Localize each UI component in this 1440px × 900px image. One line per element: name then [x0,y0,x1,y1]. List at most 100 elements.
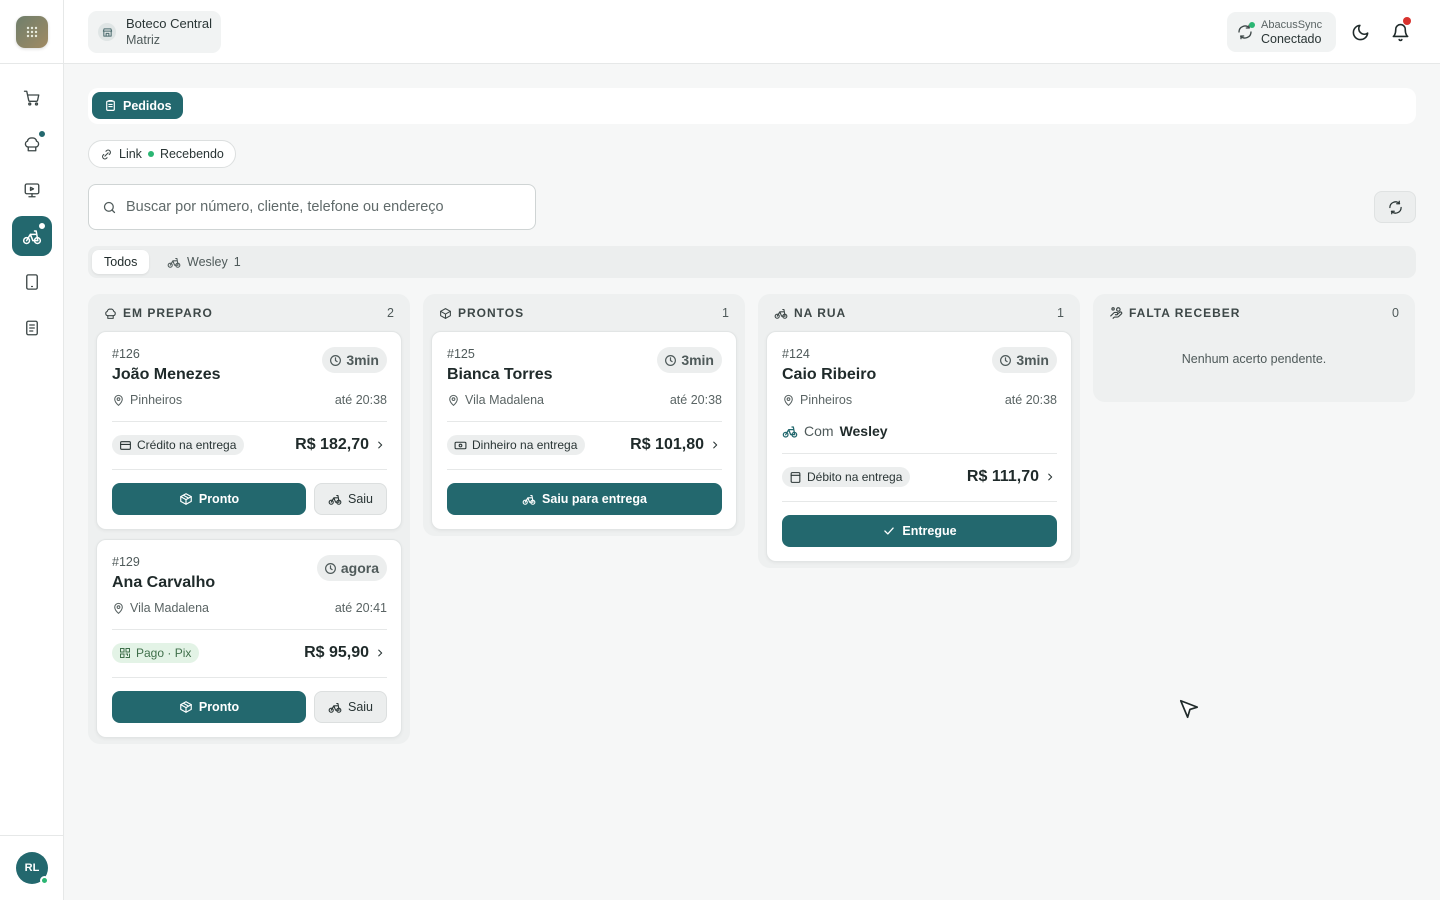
sync-status[interactable]: AbacusSync Conectado [1227,12,1336,52]
chef-hat-icon [105,308,116,319]
cart-icon [23,90,40,106]
button-label: Pronto [198,700,240,714]
tablet-icon [26,274,38,290]
send-out-for-delivery-button[interactable]: Saiu para entrega [447,483,722,515]
tab-pedidos[interactable]: Pedidos [92,92,183,119]
mouse-cursor [1178,698,1200,720]
column-prontos: PRONTOS 1 #125 Bianca Torres 3min Vila M… [423,294,745,536]
search-input[interactable] [126,199,506,215]
sidebar-item-delivery[interactable] [12,216,52,256]
elapsed-time-badge: 3min [322,347,387,373]
bike-icon [774,308,788,319]
filter-todos[interactable]: Todos [92,250,150,274]
dispatch-button[interactable]: Saiu [314,691,387,723]
card-divider [112,629,387,630]
order-total[interactable]: R$ 95,90 [304,644,385,662]
online-status-dot [40,876,49,885]
customer-name: Ana Carvalho [112,574,216,591]
store-selector[interactable]: Boteco Central Matriz [88,11,221,53]
empty-state-text: Nenhum acerto pendente. [1181,352,1327,366]
delivery-eta: até 20:38 [1004,393,1057,407]
hand-coins-icon [1110,307,1123,319]
moon-icon [1352,24,1368,40]
bike-icon [522,494,536,505]
elapsed-time: agora [340,560,379,576]
sidebar-divider [0,63,64,64]
refresh-button[interactable] [1374,191,1416,223]
column-title: FALTA RECEBER [1129,306,1241,320]
order-card[interactable]: #129 Ana Carvalho agora Vila Madalena at… [96,539,402,738]
clock-icon [665,354,677,366]
theme-toggle-button[interactable] [1348,20,1372,44]
column-header: FALTA RECEBER 0 [1093,294,1415,332]
sidebar-item-kitchen[interactable] [12,124,52,164]
order-number: #129 [112,555,140,569]
rider-name: Wesley [839,423,888,439]
document-icon [26,320,38,336]
package-icon [180,493,192,505]
cash-icon [454,441,467,449]
app-logo[interactable] [16,16,48,48]
payment-method: Pago · Pix [136,646,192,660]
notification-dot [38,222,46,230]
elapsed-time-badge: agora [316,555,387,581]
chevron-right-icon [378,441,383,449]
column-na-rua: NA RUA 1 #124 Caio Ribeiro 3min Pinheiro… [758,294,1080,568]
map-pin-icon [114,394,123,406]
order-card[interactable]: #124 Caio Ribeiro 3min Pinheiros até 20:… [766,331,1072,562]
sidebar-item-reports[interactable] [12,308,52,348]
notification-dot [38,130,46,138]
top-header: Boteco Central Matriz AbacusSync Conecta… [64,0,1440,64]
user-avatar[interactable]: RL [16,852,49,885]
sync-icon [1237,22,1255,40]
chef-hat-icon [24,137,40,152]
search-box [88,184,536,230]
order-total[interactable]: R$ 101,80 [630,436,720,454]
order-total[interactable]: R$ 111,70 [967,468,1055,486]
sidebar-divider [0,835,64,836]
order-total[interactable]: R$ 182,70 [295,436,385,454]
payment-badge: Dinheiro na entrega [447,435,586,455]
payment-badge: Débito na entrega [782,467,911,487]
order-number: #126 [112,347,140,361]
mark-delivered-button[interactable]: Entregue [782,515,1057,547]
card-divider [447,421,722,422]
card-divider [112,469,387,470]
link-status-chip[interactable]: Link Recebendo [88,140,236,168]
column-title: PRONTOS [458,306,525,320]
sidebar-item-cart[interactable] [12,78,52,118]
filter-wesley[interactable]: Wesley 1 [155,250,253,274]
notifications-button[interactable] [1388,17,1412,44]
sidebar-item-tablet[interactable] [12,262,52,302]
mark-ready-button[interactable]: Pronto [112,483,306,515]
dispatch-button[interactable]: Saiu [314,483,387,515]
card-divider [782,501,1057,502]
card-divider [112,677,387,678]
grid-icon [26,26,38,38]
button-label: Saiu [347,492,374,506]
qr-code-icon [120,648,130,658]
order-card[interactable]: #126 João Menezes 3min Pinheiros até 20:… [96,331,402,530]
delivery-eta: até 20:38 [334,393,387,407]
card-divider [112,421,387,422]
notification-badge [1403,17,1411,25]
payment-badge: Crédito na entrega [112,435,245,455]
chevron-right-icon [1048,473,1053,481]
store-name: Boteco Central [126,16,212,31]
order-total-value: R$ 95,90 [304,644,369,661]
neighborhood: Vila Madalena [112,601,209,615]
clipboard-icon [106,100,115,111]
credit-card-icon [120,440,131,450]
sidebar-item-pdv[interactable] [12,170,52,210]
card-divider [447,469,722,470]
elapsed-time: 3min [681,352,714,368]
column-falta-receber: FALTA RECEBER 0 Nenhum acerto pendente. [1093,294,1415,402]
button-label: Saiu [347,700,374,714]
debit-card-icon [790,471,801,483]
column-header: NA RUA 1 [758,294,1080,332]
order-card[interactable]: #125 Bianca Torres 3min Vila Madalena at… [431,331,737,530]
mark-ready-button[interactable]: Pronto [112,691,306,723]
clock-icon [324,562,336,574]
refresh-icon [1388,200,1402,214]
button-label: Saiu para entrega [542,492,647,506]
